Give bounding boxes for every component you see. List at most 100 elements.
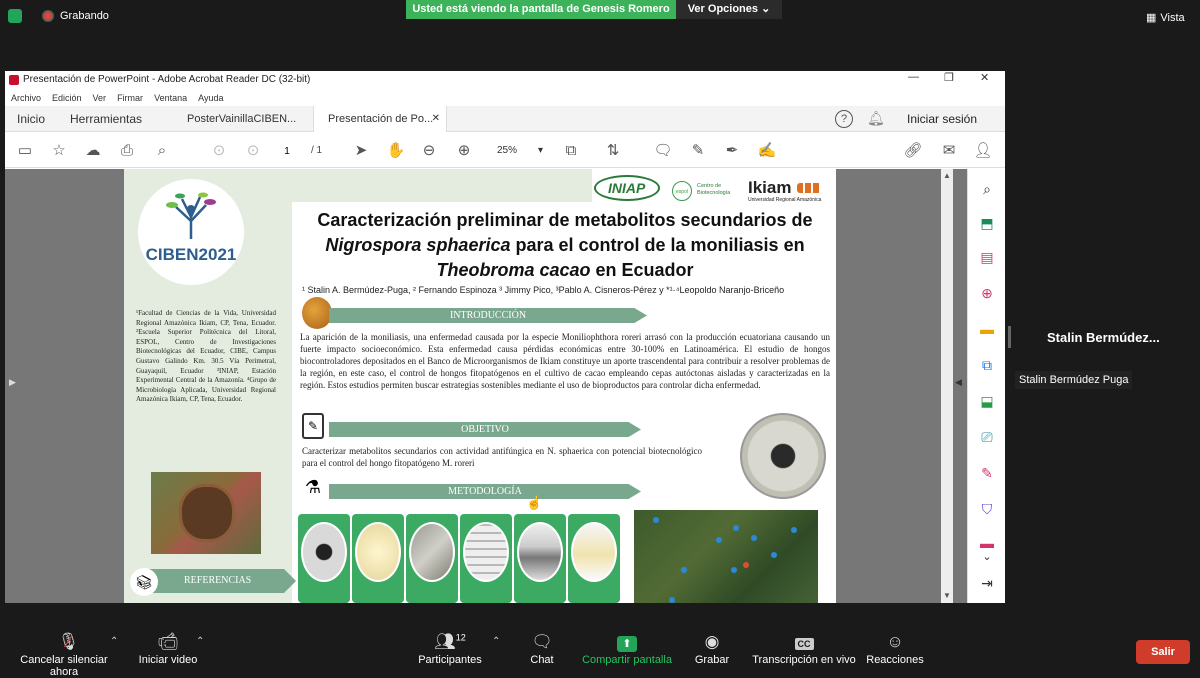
poster-title: Caracterización preliminar de metabolito… xyxy=(300,208,830,283)
method-card xyxy=(352,514,404,603)
tab-poster-vainilla[interactable]: PosterVainillaCIBEN... xyxy=(187,106,296,132)
chevron-down-icon[interactable]: ⌄ xyxy=(977,547,997,567)
minimize-icon[interactable]: — xyxy=(908,71,919,83)
document-area[interactable]: ▶ ◀ ▲ ▼ CIBEN2021 ¹Facultad de Ciencias … xyxy=(5,169,967,603)
hand-tool-icon[interactable]: ✋ xyxy=(386,141,406,161)
comment-icon[interactable]: 🗨︎ xyxy=(653,141,673,161)
share-screen-button[interactable]: ⬆ Compartir pantalla xyxy=(582,632,672,666)
menu-ventana[interactable]: Ventana xyxy=(154,90,187,106)
print-icon[interactable]: ⎙ xyxy=(117,141,137,161)
participants-options-arrow-icon[interactable]: ⌃ xyxy=(492,636,500,647)
tab-herramientas[interactable]: Herramientas xyxy=(70,106,142,132)
live-transcript-button[interactable]: CC Transcripción en vivo xyxy=(752,632,856,666)
vertical-scrollbar[interactable]: ▲ ▼ xyxy=(941,169,953,603)
search-icon[interactable]: ⌕ xyxy=(152,141,172,161)
close-tab-icon[interactable]: ✕ xyxy=(432,106,440,132)
page-total: / 1 xyxy=(311,145,323,156)
zoom-out-icon[interactable]: ⊖ xyxy=(419,141,439,161)
right-panel-arrow-icon[interactable]: ◀ xyxy=(955,377,962,388)
fill-sign-panel-icon[interactable]: ✎ xyxy=(977,463,997,483)
scan-icon[interactable]: ⎚ xyxy=(977,427,997,447)
scroll-down-icon[interactable]: ▼ xyxy=(943,591,951,600)
page-down-icon[interactable]: ⊙ xyxy=(243,141,263,161)
zoom-level-select[interactable]: 25% ▾ xyxy=(487,142,549,160)
tab-inicio[interactable]: Inicio xyxy=(17,106,45,132)
fit-page-icon[interactable]: ⧉ xyxy=(561,141,581,161)
add-user-icon[interactable]: 👤︎ xyxy=(973,141,993,161)
help-icon[interactable]: ? xyxy=(835,110,853,128)
leave-button[interactable]: Salir xyxy=(1136,640,1190,664)
acrobat-window: Presentación de PowerPoint - Adobe Acrob… xyxy=(5,71,1005,603)
muted-mic-icon: 🎙︎⁄ xyxy=(57,632,80,651)
export-pdf-icon[interactable]: ⬒ xyxy=(977,213,997,233)
star-icon[interactable]: ☆ xyxy=(49,141,69,161)
organize-pages-icon[interactable]: ▤ xyxy=(977,247,997,267)
email-icon[interactable]: ✉ xyxy=(939,141,959,161)
tab-presentacion-label: Presentación de Po... xyxy=(328,113,434,125)
bell-icon[interactable]: 🔔︎ xyxy=(867,110,885,127)
page-number-input[interactable]: 1 xyxy=(275,143,299,159)
fill-sign-icon[interactable]: ✍ xyxy=(757,141,777,161)
unmute-button[interactable]: 🎙︎⁄ Cancelar silenciar ahora xyxy=(8,632,120,678)
combine-files-icon[interactable]: ⧉ xyxy=(977,355,997,375)
tab-presentacion[interactable]: Presentación de Po... ✕ xyxy=(313,106,447,132)
participants-button[interactable]: 👥︎12 Participantes xyxy=(418,632,482,666)
zoom-search-icon[interactable]: ⌕ xyxy=(977,179,997,199)
start-video-button[interactable]: 📹︎ Iniciar video xyxy=(136,632,200,666)
chevron-down-icon: ⌄ xyxy=(761,3,771,15)
view-options-button[interactable]: Ver Opciones ⌄ xyxy=(676,0,782,19)
recording-indicator[interactable]: Grabando xyxy=(8,9,109,23)
record-dot-icon xyxy=(42,10,54,22)
menu-archivo[interactable]: Archivo xyxy=(11,90,41,106)
share-banner: Usted está viendo la pantalla de Genesis… xyxy=(406,0,676,19)
draw-icon[interactable]: ✒ xyxy=(722,141,742,161)
acrobat-toolbar: ▭ ☆ ☁ ⎙ ⌕ ⊙ ⊙ 1 / 1 ➤ ✋ ⊖ ⊕ 25% ▾ ⧉ ⇅ 🗨︎ … xyxy=(5,133,1005,168)
upload-cloud-icon[interactable]: ☁ xyxy=(83,141,103,161)
method-image xyxy=(355,522,401,582)
menu-firmar[interactable]: Firmar xyxy=(117,90,143,106)
left-panel-arrow-icon[interactable]: ▶ xyxy=(9,377,16,388)
iniap-logo: INIAP xyxy=(594,175,660,201)
audio-options-arrow-icon[interactable]: ⌃ xyxy=(110,636,118,647)
zoom-level-value: 25% xyxy=(497,145,518,156)
record-button[interactable]: ◉ Grabar xyxy=(692,632,732,666)
view-label: Vista xyxy=(1160,11,1185,24)
close-icon[interactable]: ✕ xyxy=(980,71,989,84)
references-ribbon: REFERENCIAS xyxy=(146,569,296,593)
protect-icon[interactable]: ⛉ xyxy=(977,499,997,519)
record-icon: ◉ xyxy=(704,632,720,651)
menu-ver[interactable]: Ver xyxy=(93,90,107,106)
restore-icon[interactable]: ❐ xyxy=(944,71,954,84)
compress-icon[interactable]: ⬓ xyxy=(977,391,997,411)
view-button[interactable]: ▦ Vista xyxy=(1146,11,1185,25)
create-pdf-icon[interactable]: ⊕ xyxy=(977,283,997,303)
zoom-in-icon[interactable]: ⊕ xyxy=(454,141,474,161)
share-screen-label: Compartir pantalla xyxy=(582,654,672,666)
video-options-arrow-icon[interactable]: ⌃ xyxy=(196,636,204,647)
method-card xyxy=(298,514,350,603)
ciben-logo-text: CIBEN2021 xyxy=(145,245,237,264)
menu-edicion[interactable]: Edición xyxy=(52,90,82,106)
panel-divider[interactable] xyxy=(1008,326,1011,348)
page-up-icon[interactable]: ⊙ xyxy=(209,141,229,161)
participant-tooltip: Stalin Bermúdez Puga xyxy=(1015,371,1133,389)
menu-ayuda[interactable]: Ayuda xyxy=(198,90,223,106)
reactions-label: Reacciones xyxy=(866,654,924,666)
scroll-mode-icon[interactable]: ⇅ xyxy=(603,141,623,161)
share-link-icon[interactable]: 🔗︎ xyxy=(903,141,923,161)
participants-label: Participantes xyxy=(418,654,482,666)
highlight-pen-icon[interactable]: ✎ xyxy=(688,141,708,161)
comment-panel-icon[interactable]: ▬ xyxy=(977,319,997,339)
method-card xyxy=(460,514,512,603)
poster-title-line1: Caracterización preliminar de metabolito… xyxy=(317,210,813,230)
ecuador-map xyxy=(634,510,818,603)
collapse-panel-icon[interactable]: ⇥ xyxy=(977,573,997,593)
save-icon[interactable]: ▭ xyxy=(15,141,35,161)
select-cursor-icon[interactable]: ➤ xyxy=(351,141,371,161)
introduction-ribbon: INTRODUCCIÓN xyxy=(329,308,647,323)
signin-button[interactable]: Iniciar sesión xyxy=(907,106,977,132)
chat-button[interactable]: 🗨︎ Chat xyxy=(522,632,562,666)
reactions-button[interactable]: ☺ Reacciones xyxy=(866,632,924,666)
scroll-up-icon[interactable]: ▲ xyxy=(943,171,951,180)
ikiam-logo-sub: Universidad Regional Amazónica xyxy=(748,197,822,203)
